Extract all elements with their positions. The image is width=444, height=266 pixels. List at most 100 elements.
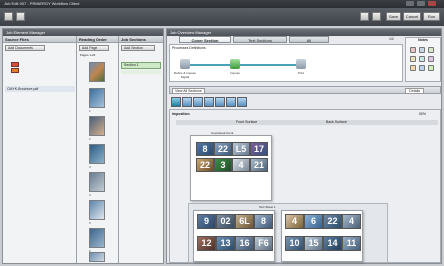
imposed-page[interactable]: L5: [232, 142, 250, 156]
note-tool-icon[interactable]: [428, 47, 434, 53]
note-tool-icon[interactable]: [419, 65, 425, 71]
page-thumbnail[interactable]: [89, 252, 105, 262]
view-all-sections-tab[interactable]: View All Sections: [172, 88, 205, 94]
imposed-page[interactable]: 8: [196, 142, 214, 156]
text-sheet-back[interactable]: 4 6 22 4 10 15 14 11: [281, 210, 363, 262]
save-button[interactable]: Save: [386, 12, 401, 21]
output-view-icon[interactable]: [237, 97, 247, 107]
cancel-button[interactable]: Cancel: [403, 12, 421, 21]
window-title: Job Edit 007 - PRINERGY Workflow Client: [4, 1, 80, 6]
reading-order-subtitle: Pages 1-24: [80, 53, 96, 57]
maximize-button[interactable]: [417, 1, 425, 6]
imposed-page[interactable]: 10: [285, 236, 304, 251]
note-tool-icon[interactable]: [428, 56, 434, 62]
imposed-page[interactable]: 21: [250, 158, 268, 172]
page-view-icon[interactable]: [182, 97, 192, 107]
tab-text-sections[interactable]: Text Sections: [233, 36, 287, 43]
imposed-page[interactable]: F6: [254, 236, 273, 251]
add-section-button[interactable]: Add Section: [121, 45, 155, 51]
print-node-icon[interactable]: [296, 59, 306, 69]
page-thumbnail[interactable]: [89, 172, 105, 192]
add-documents-button[interactable]: Add Documents: [5, 45, 45, 51]
page-thumbnail[interactable]: [89, 88, 105, 108]
front-surface-header: Front Surface: [236, 120, 258, 124]
redo-icon[interactable]: [372, 12, 381, 21]
note-tool-icon[interactable]: [410, 65, 416, 71]
page-thumbnail[interactable]: [89, 116, 105, 136]
note-tool-icon[interactable]: [419, 47, 425, 53]
book-view-icon[interactable]: [193, 97, 203, 107]
note-tool-icon[interactable]: [410, 47, 416, 53]
back-surface-header: Back Surface: [326, 120, 347, 124]
imposed-page[interactable]: 6: [304, 214, 323, 229]
note-tool-icon[interactable]: [428, 65, 434, 71]
sheet-label: Coverbook Front: [211, 131, 234, 135]
imposed-page[interactable]: 02: [216, 214, 235, 229]
impose-node-icon[interactable]: [230, 59, 240, 69]
imposed-page[interactable]: 11: [342, 236, 361, 251]
flow-node-label: Refine & Impose Digital: [173, 71, 197, 79]
add-page-button[interactable]: Add Page: [79, 45, 109, 51]
home-icon[interactable]: [16, 12, 25, 21]
main-toolbar: Save Cancel Run: [0, 8, 444, 26]
tab-cover-section[interactable]: Cover Section: [179, 36, 231, 43]
imposed-page[interactable]: 6L: [235, 214, 254, 229]
job-overview-manager-title: Job Overview Manager: [167, 29, 441, 36]
page-thumbnail[interactable]: [89, 200, 105, 220]
job-element-manager-title: Job Element Manager: [3, 29, 163, 36]
flow-connector: [190, 64, 300, 66]
reading-order-column: Reading Order Add Page Pages 1-24 1 2 3 …: [77, 36, 119, 263]
note-tool-icon[interactable]: [410, 56, 416, 62]
source-files-column: Source Files Add Documents CMYK-Brochure…: [3, 36, 77, 263]
imposed-page[interactable]: 3: [214, 158, 232, 172]
imposed-page[interactable]: 15: [304, 236, 323, 251]
text-sheet-front[interactable]: 9 02 6L 8 12 13 16 F6: [193, 210, 275, 262]
flow-node-label: Impose: [230, 71, 240, 75]
imposition-view-icon[interactable]: [171, 97, 181, 107]
imposed-page[interactable]: 17: [250, 142, 268, 156]
window-titlebar: Job Edit 007 - PRINERGY Workflow Client: [0, 0, 444, 8]
pdf-document-icon[interactable]: [11, 62, 19, 67]
pdf-document-icon[interactable]: [11, 68, 19, 73]
source-files-header: Source Files: [3, 36, 76, 43]
imposed-page[interactable]: 22: [196, 158, 214, 172]
flow-node-label: Print: [297, 71, 305, 75]
zoom-level[interactable]: 50%: [419, 112, 426, 116]
imposed-page[interactable]: 22: [214, 142, 232, 156]
details-button[interactable]: Details: [405, 88, 424, 94]
job-section-item[interactable]: Section 1: [121, 62, 161, 69]
page-thumbnail[interactable]: [89, 228, 105, 248]
imposed-page[interactable]: 22: [323, 214, 342, 229]
list-view-icon[interactable]: [204, 97, 214, 107]
color-view-icon[interactable]: [215, 97, 225, 107]
page-caption: 2: [89, 137, 91, 141]
imposition-workspace: Imposition 50% Front Surface Back Surfac…: [169, 109, 441, 263]
imposed-page[interactable]: 16: [235, 236, 254, 251]
minimize-button[interactable]: [406, 1, 414, 6]
imposed-page[interactable]: 8: [254, 214, 273, 229]
imposed-page[interactable]: 12: [197, 236, 216, 251]
imposed-page[interactable]: 13: [216, 236, 235, 251]
imposed-page[interactable]: 4: [285, 214, 304, 229]
page-caption: 1: [89, 109, 91, 113]
job-sections-header: Job Sections: [119, 36, 163, 43]
page-thumbnail[interactable]: [89, 62, 105, 82]
process-flow-area: Processes Definitions Refine & Impose Di…: [169, 44, 403, 82]
cover-sheet[interactable]: Coverbook Front 8 22 L5 17 22 3 4 21: [190, 131, 272, 201]
tab-all[interactable]: All: [289, 36, 329, 43]
imposed-page[interactable]: 14: [323, 236, 342, 251]
imposed-page[interactable]: 4: [232, 158, 250, 172]
imposed-page[interactable]: 9: [197, 214, 216, 229]
proof-view-icon[interactable]: [226, 97, 236, 107]
close-button[interactable]: [428, 1, 436, 6]
note-tool-icon[interactable]: [419, 56, 425, 62]
source-file-item[interactable]: CMYK-Brochure.pdf: [5, 86, 75, 92]
back-icon[interactable]: [4, 12, 13, 21]
job-section-subitem[interactable]: [121, 70, 161, 74]
imposed-page[interactable]: 4: [342, 214, 361, 229]
refine-impose-node-icon[interactable]: [180, 59, 190, 69]
undo-icon[interactable]: [360, 12, 369, 21]
page-thumbnail[interactable]: [89, 144, 105, 164]
run-button[interactable]: Run: [423, 12, 440, 21]
sheet-label: Text Sheet 1: [259, 205, 276, 209]
